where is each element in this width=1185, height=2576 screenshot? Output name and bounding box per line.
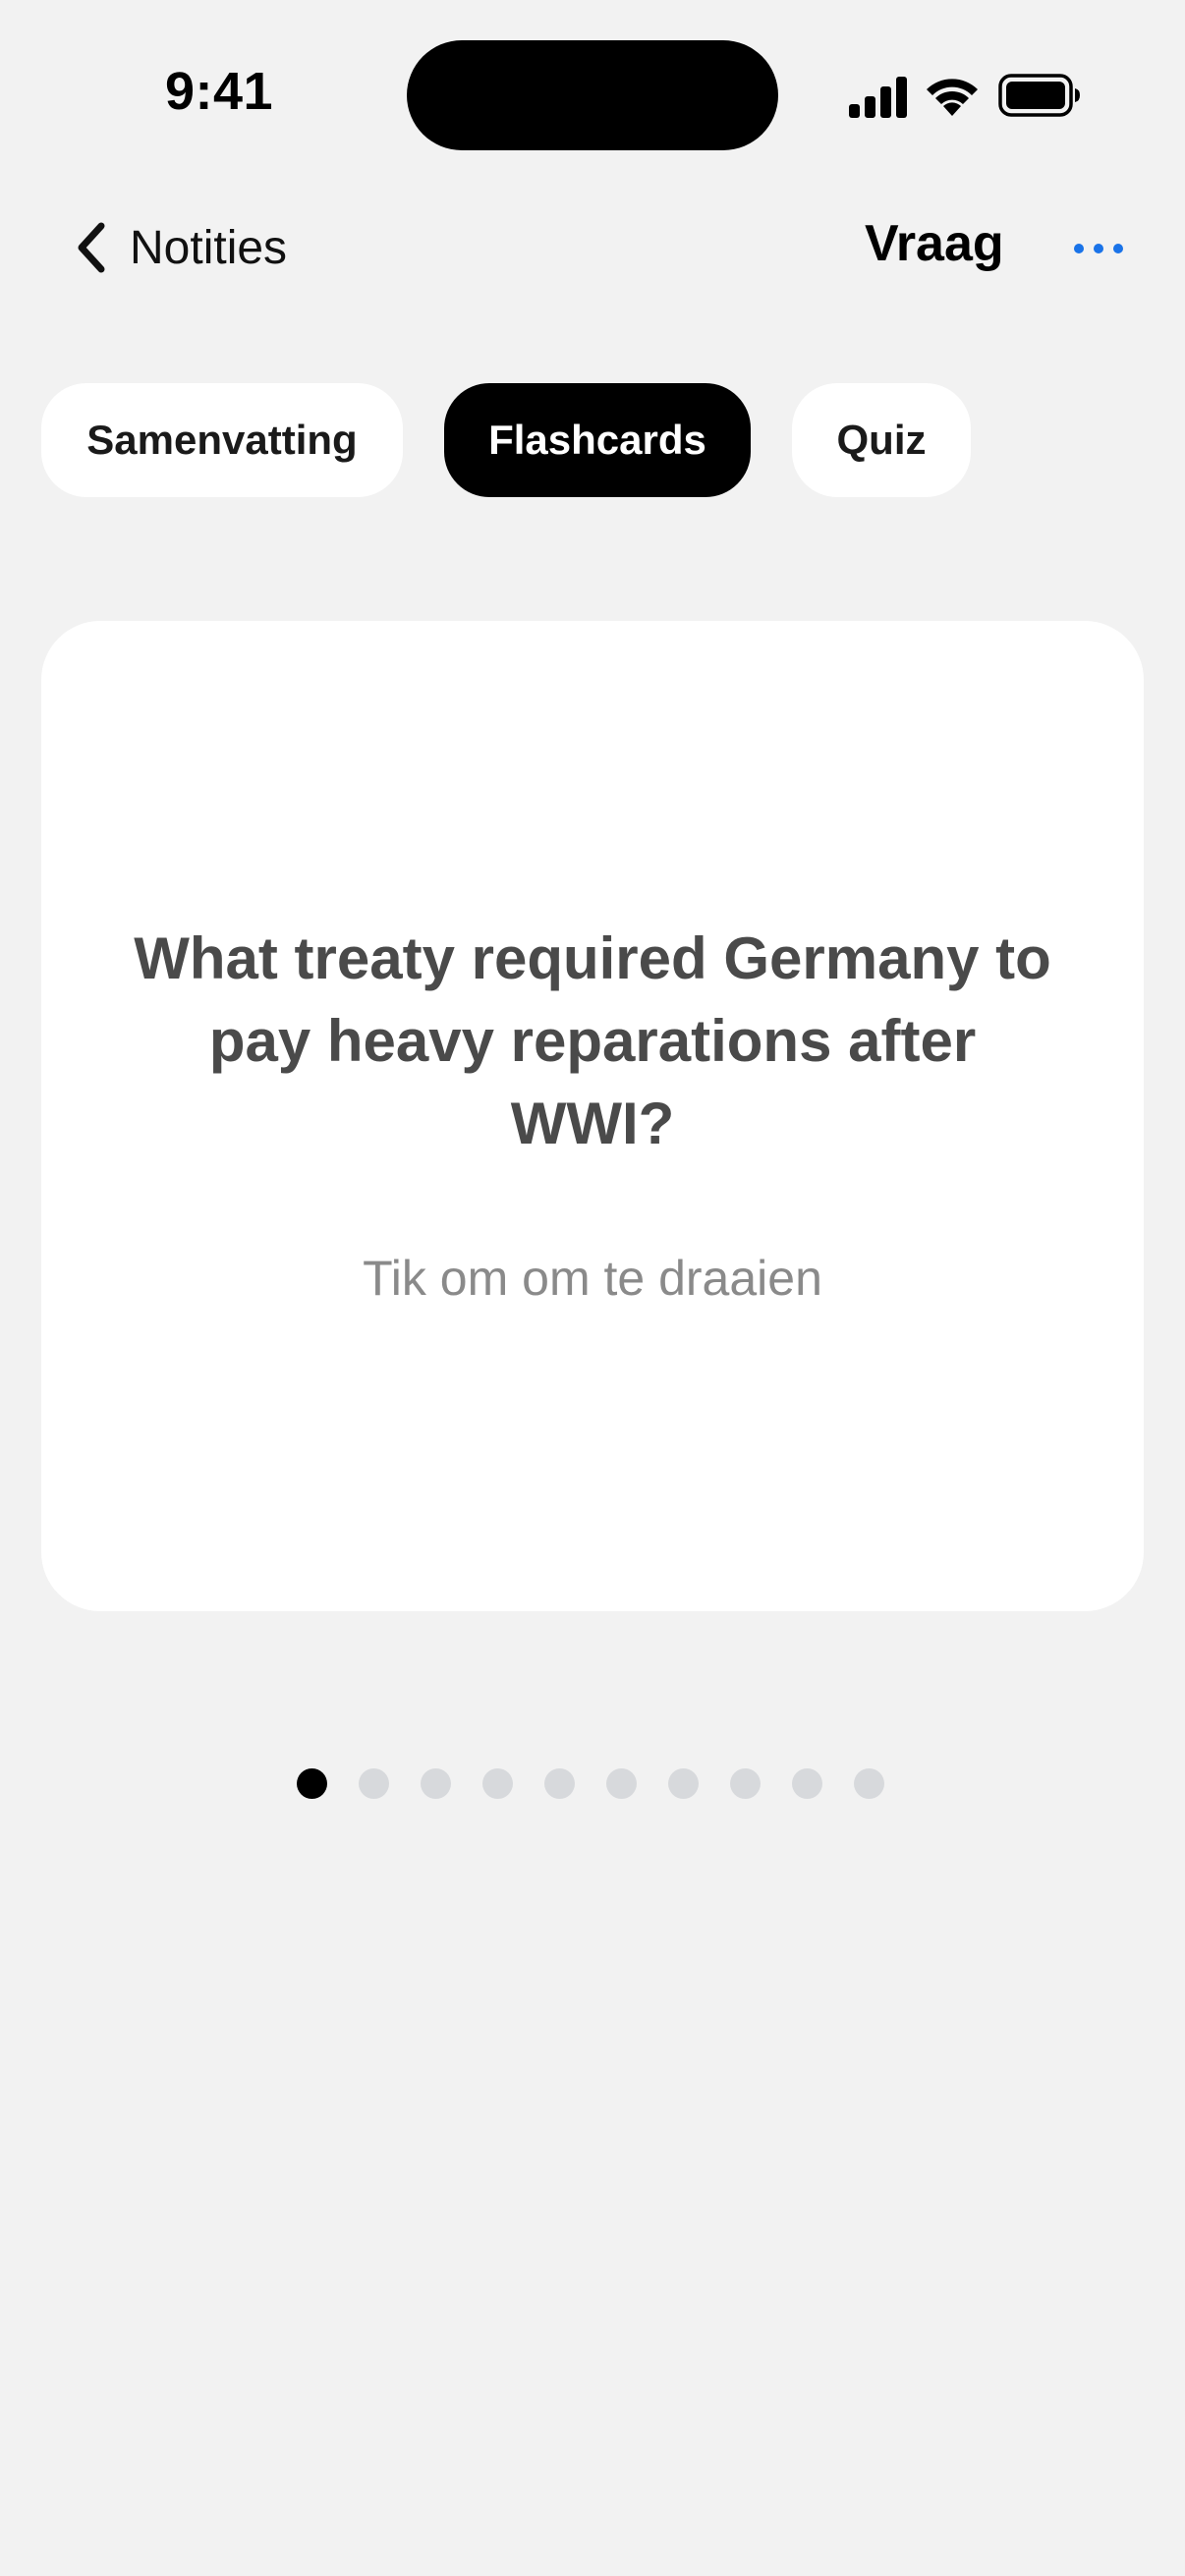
- pager-dot[interactable]: [606, 1768, 637, 1799]
- back-button-label: Notities: [130, 221, 288, 274]
- wifi-icon: [927, 79, 978, 116]
- pager-dot[interactable]: [297, 1768, 327, 1799]
- tab-flashcards[interactable]: Flashcards: [444, 383, 751, 497]
- status-time: 9:41: [165, 62, 274, 121]
- dynamic-island: [407, 40, 778, 150]
- pager-dot[interactable]: [854, 1768, 884, 1799]
- card-pager: [297, 1768, 890, 1800]
- chevron-left-icon: [78, 222, 105, 273]
- back-button[interactable]: Notities: [75, 218, 287, 277]
- tab-summary[interactable]: Samenvatting: [41, 383, 403, 497]
- pager-dot[interactable]: [730, 1768, 761, 1799]
- pager-dot[interactable]: [544, 1768, 575, 1799]
- flashcard[interactable]: What treaty required Germany to pay heav…: [41, 621, 1144, 1611]
- tab-quiz[interactable]: Quiz: [792, 383, 971, 497]
- cellular-signal-icon: [849, 77, 907, 118]
- pager-dot[interactable]: [482, 1768, 513, 1799]
- ellipsis-icon[interactable]: [1071, 234, 1126, 263]
- pager-dot[interactable]: [668, 1768, 699, 1799]
- page-title: Vraag: [865, 215, 1004, 272]
- flashcard-question: What treaty required Germany to pay heav…: [134, 925, 1051, 1156]
- flip-hint: Tik om om te draaien: [363, 1251, 822, 1306]
- pager-dot[interactable]: [421, 1768, 451, 1799]
- pager-dot[interactable]: [359, 1768, 389, 1799]
- pager-dot[interactable]: [792, 1768, 822, 1799]
- battery-icon: [998, 74, 1080, 117]
